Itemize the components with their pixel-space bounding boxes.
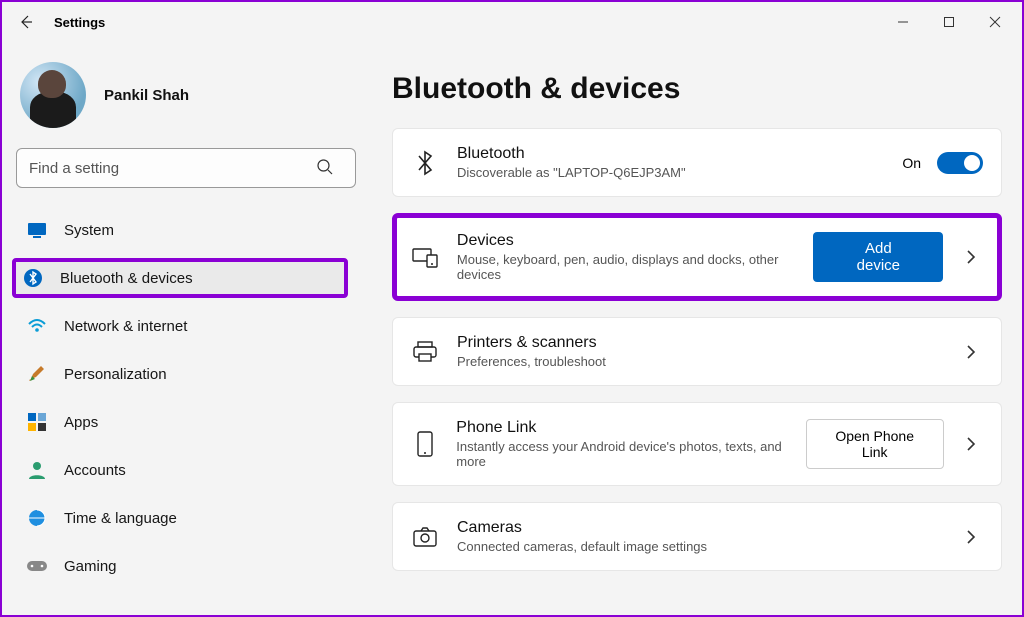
wifi-icon bbox=[26, 315, 48, 337]
search-box[interactable] bbox=[16, 148, 348, 188]
paintbrush-icon bbox=[26, 363, 48, 385]
person-icon bbox=[26, 459, 48, 481]
sidebar-item-label: Time & language bbox=[64, 510, 177, 527]
bluetooth-icon bbox=[411, 150, 439, 176]
bluetooth-toggle[interactable] bbox=[937, 152, 983, 174]
phone-icon bbox=[411, 431, 438, 457]
bluetooth-title: Bluetooth bbox=[457, 145, 686, 163]
profile[interactable]: Pankil Shah bbox=[20, 62, 348, 128]
sidebar-item-label: Gaming bbox=[64, 558, 117, 575]
apps-icon bbox=[26, 411, 48, 433]
add-device-button[interactable]: Add device bbox=[813, 232, 943, 282]
settings-window: Settings Pankil Shah System bbox=[0, 0, 1024, 617]
page-title: Bluetooth & devices bbox=[392, 72, 1002, 106]
printers-title: Printers & scanners bbox=[457, 334, 606, 352]
sidebar-item-network[interactable]: Network & internet bbox=[16, 306, 348, 346]
phonelink-title: Phone Link bbox=[456, 419, 787, 437]
open-phonelink-button[interactable]: Open Phone Link bbox=[806, 419, 944, 469]
sidebar-item-label: Personalization bbox=[64, 366, 167, 383]
chevron-right-icon bbox=[959, 344, 983, 360]
printers-card[interactable]: Printers & scanners Preferences, trouble… bbox=[392, 317, 1002, 386]
cameras-sub: Connected cameras, default image setting… bbox=[457, 539, 707, 554]
window-controls bbox=[880, 2, 1018, 42]
bluetooth-icon bbox=[22, 267, 44, 289]
sidebar: Pankil Shah System Bluetooth & devices bbox=[2, 42, 362, 615]
title-bar: Settings bbox=[2, 2, 1022, 42]
chevron-right-icon bbox=[960, 436, 983, 452]
sidebar-item-bluetooth[interactable]: Bluetooth & devices bbox=[12, 258, 348, 298]
sidebar-item-time-language[interactable]: Time & language bbox=[16, 498, 348, 538]
printer-icon bbox=[411, 341, 439, 363]
chevron-right-icon bbox=[959, 249, 983, 265]
sidebar-item-gaming[interactable]: Gaming bbox=[16, 546, 348, 586]
bluetooth-sub: Discoverable as "LAPTOP-Q6EJP3AM" bbox=[457, 165, 686, 180]
devices-icon bbox=[411, 246, 439, 268]
profile-name: Pankil Shah bbox=[104, 87, 189, 104]
devices-title: Devices bbox=[457, 232, 796, 250]
sidebar-item-label: Network & internet bbox=[64, 318, 187, 335]
search-input[interactable] bbox=[16, 148, 356, 188]
cameras-card[interactable]: Cameras Connected cameras, default image… bbox=[392, 502, 1002, 571]
gamepad-icon bbox=[26, 555, 48, 577]
monitor-icon bbox=[26, 219, 48, 241]
main-content: Bluetooth & devices Bluetooth Discoverab… bbox=[362, 42, 1022, 615]
sidebar-item-label: System bbox=[64, 222, 114, 239]
phonelink-sub: Instantly access your Android device's p… bbox=[456, 439, 787, 469]
chevron-right-icon bbox=[959, 529, 983, 545]
sidebar-nav: System Bluetooth & devices Network & int… bbox=[16, 210, 348, 586]
sidebar-item-system[interactable]: System bbox=[16, 210, 348, 250]
globe-clock-icon bbox=[26, 507, 48, 529]
camera-icon bbox=[411, 527, 439, 547]
minimize-button[interactable] bbox=[880, 2, 926, 42]
bluetooth-toggle-label: On bbox=[902, 155, 921, 171]
sidebar-item-accounts[interactable]: Accounts bbox=[16, 450, 348, 490]
sidebar-item-label: Apps bbox=[64, 414, 98, 431]
sidebar-item-personalization[interactable]: Personalization bbox=[16, 354, 348, 394]
back-button[interactable] bbox=[6, 2, 46, 42]
cameras-title: Cameras bbox=[457, 519, 707, 537]
devices-sub: Mouse, keyboard, pen, audio, displays an… bbox=[457, 252, 796, 282]
printers-sub: Preferences, troubleshoot bbox=[457, 354, 606, 369]
app-title: Settings bbox=[54, 15, 105, 30]
close-button[interactable] bbox=[972, 2, 1018, 42]
search-icon bbox=[316, 158, 334, 181]
bluetooth-card: Bluetooth Discoverable as "LAPTOP-Q6EJP3… bbox=[392, 128, 1002, 197]
sidebar-item-apps[interactable]: Apps bbox=[16, 402, 348, 442]
sidebar-item-label: Bluetooth & devices bbox=[60, 270, 193, 287]
avatar bbox=[20, 62, 86, 128]
sidebar-item-label: Accounts bbox=[64, 462, 126, 479]
maximize-button[interactable] bbox=[926, 2, 972, 42]
devices-card[interactable]: Devices Mouse, keyboard, pen, audio, dis… bbox=[392, 213, 1002, 301]
phonelink-card[interactable]: Phone Link Instantly access your Android… bbox=[392, 402, 1002, 486]
